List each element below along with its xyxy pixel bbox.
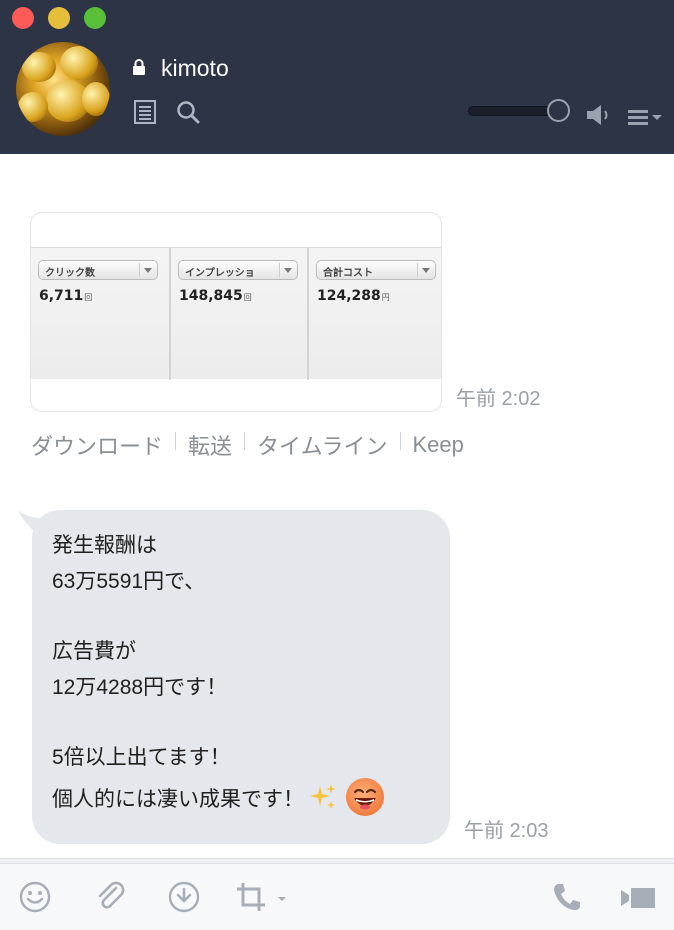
attach-icon[interactable] [94, 880, 128, 914]
sparkles-emoji [310, 784, 336, 809]
message-line: 発生報酬は [52, 534, 157, 557]
message-toolbar [0, 864, 674, 930]
stat-unit: 円 [381, 293, 390, 302]
call-icon[interactable] [550, 880, 584, 914]
forward-link[interactable]: 転送 [188, 429, 232, 461]
message-line: 5倍以上出てます！ [52, 746, 231, 769]
divider [399, 432, 401, 450]
avatar[interactable] [16, 42, 110, 136]
divider [175, 432, 177, 450]
chat-header: kimoto [0, 0, 674, 154]
download-icon[interactable] [167, 880, 201, 914]
image-message[interactable]: クリック数 6,711回 インプレッショ 148,845回 合計コスト 124,… [30, 212, 442, 412]
timeline-link[interactable]: タイムライン [257, 429, 387, 461]
notes-icon[interactable] [134, 100, 156, 124]
chevron-down-icon [279, 263, 295, 277]
volume-slider-knob[interactable] [547, 99, 570, 122]
message-time: 午前 2:02 [456, 388, 541, 410]
message-line-with-emoji: 個人的には凄い成果です！ [52, 776, 430, 816]
message-line [52, 706, 430, 740]
emoji-icon[interactable] [18, 880, 52, 914]
stat-unit: 回 [84, 293, 93, 302]
crop-icon[interactable] [234, 880, 290, 914]
message-line: 広告費が [52, 640, 136, 663]
speaker-icon[interactable] [586, 104, 612, 126]
message-line [52, 600, 430, 634]
stat-impressions: インプレッショ 148,845回 [171, 248, 309, 380]
message-time: 午前 2:03 [464, 820, 549, 842]
chevron-down-icon [139, 263, 155, 277]
lock-icon [133, 59, 145, 75]
message-list: クリック数 6,711回 インプレッショ 148,845回 合計コスト 124,… [0, 154, 674, 858]
chevron-down-icon [417, 263, 433, 277]
minimize-window-button[interactable] [48, 7, 70, 29]
stat-value: 124,288 [317, 288, 381, 304]
stat-label: 合計コスト [323, 268, 373, 279]
stat-unit: 回 [243, 293, 252, 302]
menu-icon[interactable] [626, 108, 664, 126]
text-message-bubble[interactable]: 発生報酬は 63万5591円で、 広告費が 12万4288円です！ 5倍以上出て… [32, 510, 450, 844]
stat-total-cost: 合計コスト 124,288円 [309, 248, 441, 380]
download-link[interactable]: ダウンロード [31, 429, 163, 461]
message-line: 63万5591円で、 [52, 570, 206, 593]
chat-title: kimoto [161, 55, 229, 81]
stat-label: クリック数 [45, 268, 95, 279]
grinning-face-emoji [346, 778, 384, 816]
stat-clicks: クリック数 6,711回 [31, 248, 171, 380]
image-actions: ダウンロード 転送 タイムライン Keep [31, 430, 464, 460]
stat-value: 148,845 [179, 288, 243, 304]
stats-screenshot: クリック数 6,711回 インプレッショ 148,845回 合計コスト 124,… [31, 247, 441, 380]
video-icon[interactable] [618, 880, 658, 914]
zoom-window-button[interactable] [84, 7, 106, 29]
search-icon[interactable] [176, 100, 200, 124]
divider [244, 432, 246, 450]
keep-link[interactable]: Keep [413, 432, 464, 458]
close-window-button[interactable] [12, 7, 34, 29]
message-line: 12万4288円です！ [52, 676, 228, 699]
message-line: 個人的には凄い成果です！ [52, 788, 304, 811]
stat-label: インプレッショ [185, 268, 255, 279]
stat-value: 6,711 [39, 288, 84, 304]
